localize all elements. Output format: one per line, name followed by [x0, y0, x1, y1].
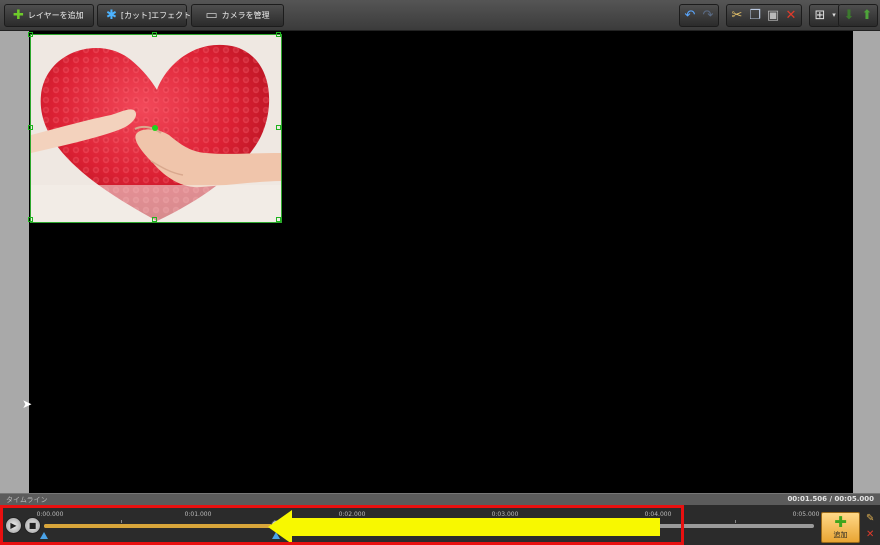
mouse-cursor-icon: ➤	[22, 397, 33, 411]
timeline-status-bar: タイムライン 00:01.506 / 00:05.000	[0, 493, 880, 505]
close-icon[interactable]: ✕	[866, 530, 874, 540]
minor-tick	[735, 520, 736, 523]
arrow-up-icon[interactable]: ⬆	[860, 9, 874, 22]
rotation-center-handle[interactable]	[152, 125, 158, 131]
tick-label: 0:05.000	[792, 511, 820, 518]
plus-icon: ✚	[13, 8, 24, 23]
add-layer-button[interactable]: ✚ レイヤーを追加	[4, 4, 94, 27]
camera-manage-button[interactable]: ▭ カメラを管理	[191, 4, 284, 27]
edit-group: ✂ ❐ ▣ ✕	[726, 4, 802, 27]
resize-handle-se[interactable]	[276, 217, 281, 222]
paste-icon[interactable]: ▣	[766, 9, 780, 22]
plus-icon: ✚	[834, 513, 847, 531]
resize-handle-nw[interactable]	[28, 32, 33, 37]
redo-icon[interactable]: ↷	[701, 9, 715, 22]
layer-order-group: ⬇ ⬆	[838, 4, 878, 27]
pencil-icon[interactable]: ✎	[866, 514, 874, 524]
scissors-icon[interactable]: ✂	[730, 9, 744, 22]
timeline-label: タイムライン	[6, 495, 48, 504]
add-layer-label: レイヤーを追加	[27, 11, 84, 20]
resize-handle-e[interactable]	[276, 125, 281, 130]
canvas-right-margin	[853, 31, 880, 493]
arrow-down-icon[interactable]: ⬇	[842, 9, 856, 22]
chevron-down-icon: ▾	[832, 11, 836, 19]
canvas-left-margin	[0, 31, 29, 493]
camera-manage-label: カメラを管理	[221, 11, 270, 20]
resize-handle-s[interactable]	[152, 217, 157, 222]
camera-icon: ▭	[205, 8, 218, 23]
resize-handle-sw[interactable]	[28, 217, 33, 222]
cut-effect-button[interactable]: ✱ [カット]エフェクト	[97, 4, 191, 27]
total-time: 00:05.000	[834, 495, 874, 503]
time-readout: 00:01.506 / 00:05.000	[787, 495, 874, 503]
resize-handle-ne[interactable]	[276, 32, 281, 37]
undo-icon[interactable]: ↶	[683, 9, 697, 22]
snowflake-icon: ✱	[106, 8, 117, 23]
arrange-icon: ⊞	[814, 8, 826, 23]
cut-effect-label: [カット]エフェクト	[120, 11, 192, 20]
delete-icon[interactable]: ✕	[784, 9, 798, 22]
add-keyframe-button[interactable]: ✚ 追加	[821, 512, 860, 543]
arrange-dropdown[interactable]: ⊞ ▾	[809, 4, 841, 27]
annotation-highlight-box	[0, 505, 684, 545]
copy-icon[interactable]: ❐	[748, 9, 762, 22]
resize-handle-n[interactable]	[152, 32, 157, 37]
add-label: 追加	[833, 531, 848, 539]
current-time: 00:01.506	[787, 495, 827, 503]
toolbar: ✚ レイヤーを追加 ✱ [カット]エフェクト ▭ カメラを管理 ↶ ↷ ✂ ❐ …	[0, 0, 880, 31]
resize-handle-w[interactable]	[28, 125, 33, 130]
undo-redo-group: ↶ ↷	[679, 4, 719, 27]
time-separator: /	[829, 495, 832, 503]
